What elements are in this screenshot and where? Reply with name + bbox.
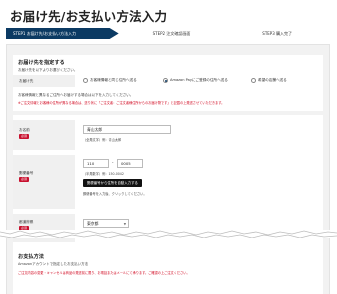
zip-label-cell: 郵便番号 必須	[13, 155, 75, 209]
shipping-heading: お届け先を指定する	[18, 60, 65, 66]
shipping-notice: お客様情報と異なるご住所へお届けする場合は以下を入力してください。	[18, 93, 134, 97]
radio-same-address[interactable]: お客様情報と同じ住所へ送る	[83, 78, 137, 83]
name-input[interactable]: 青山太郎	[83, 125, 171, 134]
name-hint: （全角文字）例：青山太郎	[83, 138, 122, 142]
zip-autofill-button[interactable]: 郵便番号から住所を自動入力する	[83, 179, 142, 187]
torn-edge-divider	[0, 230, 337, 238]
required-badge: 必須	[19, 177, 30, 182]
checkout-steps: STEP1 お届け先/お支払い方法入力 STEP2 注文確認画面 STEP3 購…	[6, 28, 331, 39]
payment-panel: お支払方法 Amazonアカウントで指定したお支払い方法 ご注文内容の変更・キャ…	[6, 247, 330, 294]
required-badge: 必須	[19, 134, 30, 139]
radio-store[interactable]: 希望の店舗へ送る	[251, 78, 287, 83]
page-title: お届け先/お支払い方法入力	[10, 9, 168, 24]
radio-circle-selected[interactable]	[163, 78, 168, 83]
radio-label: お客様情報と同じ住所へ送る	[90, 78, 137, 82]
shipping-panel: お届け先を指定する お届け先を以下よりお選びください。 お届け先 お客様情報と同…	[6, 44, 330, 278]
pref-label: 都道府県	[19, 220, 34, 224]
pref-select[interactable]: 東京都 ▼	[83, 219, 129, 228]
name-label-cell: お名前 必須	[13, 120, 75, 150]
zip-input-2[interactable]: 0005	[117, 159, 143, 168]
step-2: STEP2 注文確認画面	[118, 28, 225, 39]
step-3: STEP3 購入完了	[224, 28, 331, 39]
shipping-warning: ※ご注文情報とお客様の住所が異なる場合は、送り状に「ご注文者：ご注文者様住所から…	[18, 101, 225, 105]
destination-label: お届け先	[19, 79, 34, 83]
pref-value: 東京都	[87, 221, 99, 226]
shipping-select-box: お届け先を指定する お届け先を以下よりお選びください。 お届け先 お客様情報と同…	[13, 55, 323, 111]
payment-warning: ご注文内容の変更・キャンセルは商品の発送前に限り、お電話またはメールにて承ります…	[18, 271, 190, 275]
payment-heading: お支払方法	[18, 254, 44, 260]
radio-amazon-pay-address[interactable]: Amazon Payにご登録の住所へ送る	[163, 78, 228, 83]
zip-dash: -	[112, 160, 114, 165]
zip-input-1[interactable]: 110	[83, 159, 109, 168]
radio-circle[interactable]	[83, 78, 88, 83]
zip-button-hint: 郵便番号を入力後、クリックしてください。	[83, 192, 147, 196]
shipping-subheading: お届け先を以下よりお選びください。	[18, 68, 78, 72]
zip-label: 郵便番号	[19, 171, 34, 175]
destination-label-cell: お届け先	[13, 75, 75, 87]
payment-box: お支払方法 Amazonアカウントで指定したお支払い方法 ご注文内容の変更・キャ…	[13, 247, 323, 294]
zip-hint: （半角数字）例：150-0042	[83, 172, 124, 176]
name-label: お名前	[19, 128, 30, 132]
payment-subheading: Amazonアカウントで指定したお支払い方法	[18, 262, 89, 266]
radio-circle[interactable]	[251, 78, 256, 83]
step-1: STEP1 お届け先/お支払い方法入力	[6, 28, 119, 39]
chevron-down-icon: ▼	[123, 222, 126, 226]
radio-label: 希望の店舗へ送る	[258, 78, 287, 82]
radio-label: Amazon Payにご登録の住所へ送る	[170, 78, 228, 82]
